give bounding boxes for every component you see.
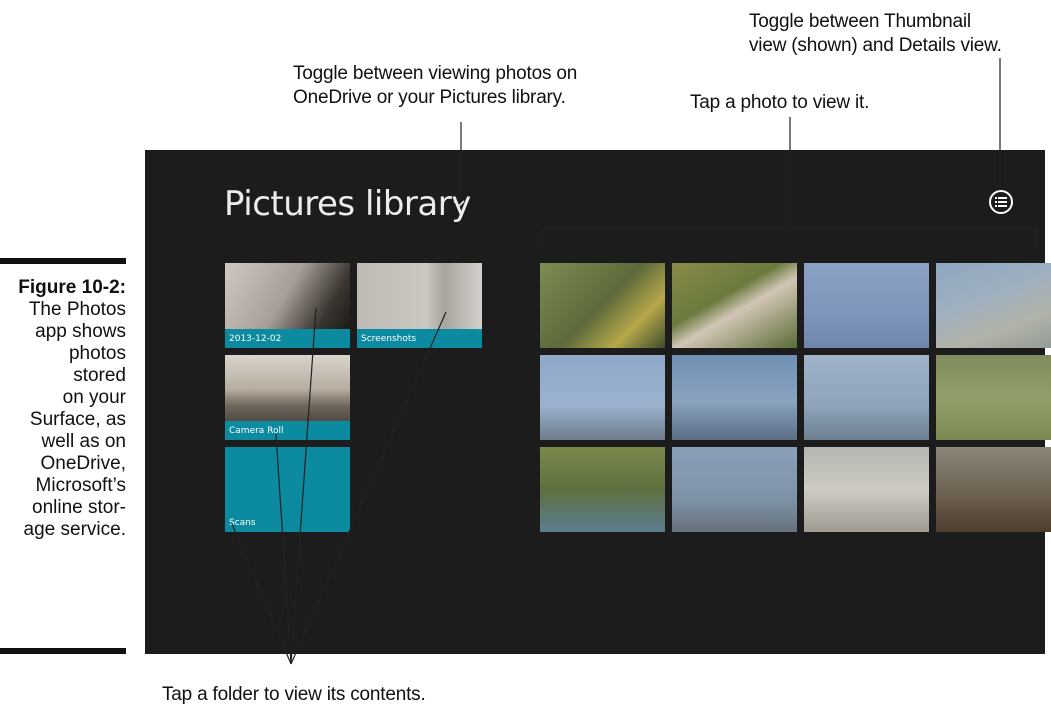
list-view-icon — [995, 197, 1007, 207]
view-toggle-button[interactable] — [989, 190, 1013, 214]
caption-line: photos — [68, 343, 126, 364]
folder-tile[interactable]: 2013-12-02 — [225, 263, 350, 348]
photo-thumbnail[interactable] — [804, 355, 929, 440]
caption-line: OneDrive, — [40, 453, 126, 474]
photo-thumbnail[interactable] — [804, 447, 929, 532]
callout-toggle-view: Toggle between Thumbnail view (shown) an… — [749, 10, 1002, 58]
caption-line: app shows — [35, 321, 126, 342]
photos-app-screen: Pictures library 2013-12-02 Screenshots … — [145, 150, 1051, 654]
chevron-down-icon[interactable] — [452, 198, 466, 208]
folder-label-bar: 2013-12-02 — [225, 329, 350, 348]
folder-tile[interactable]: Screenshots — [357, 263, 482, 348]
figure-number: Figure 10-2: — [18, 277, 126, 298]
caption-rule-bottom — [0, 648, 126, 654]
callout-line: view (shown) and Details view. — [749, 35, 1002, 56]
folder-tile[interactable]: Camera Roll — [225, 355, 350, 440]
photo-thumbnail[interactable] — [540, 447, 665, 532]
callout-line: Toggle between Thumbnail — [749, 11, 971, 32]
photo-thumbnail[interactable] — [540, 355, 665, 440]
caption-line: online stor- — [32, 497, 126, 518]
callout-line: OneDrive or your Pictures library. — [293, 87, 566, 108]
folder-label-bar: Screenshots — [357, 329, 482, 348]
photo-thumbnail[interactable] — [672, 447, 797, 532]
caption-line: The Photos — [28, 299, 126, 320]
caption-line: on your — [62, 387, 126, 408]
folder-tile[interactable]: Scans — [225, 447, 350, 532]
photo-thumbnail[interactable] — [672, 355, 797, 440]
folder-label: Scans — [229, 518, 256, 528]
photo-thumbnail[interactable] — [936, 263, 1051, 348]
callout-tap-folder: Tap a folder to view its contents. — [162, 684, 426, 705]
photo-thumbnail[interactable] — [540, 263, 665, 348]
callout-line: Toggle between viewing photos on — [293, 63, 578, 84]
callout-toggle-source: Toggle between viewing photos on OneDriv… — [293, 62, 577, 110]
caption-line: Microsoft’s — [35, 475, 126, 496]
folder-label-bar: Camera Roll — [225, 421, 350, 440]
caption-rule-top — [0, 258, 126, 264]
caption-line: Surface, as — [29, 409, 126, 430]
folder-label: 2013-12-02 — [229, 334, 282, 344]
photo-thumbnail[interactable] — [936, 447, 1051, 532]
figure-caption: Figure 10-2: The Photos app shows photos… — [0, 277, 126, 541]
folder-label: Screenshots — [361, 334, 417, 344]
photo-thumbnail[interactable] — [672, 263, 797, 348]
caption-line: age service. — [23, 519, 126, 540]
callout-tap-photo: Tap a photo to view it. — [690, 92, 870, 113]
photo-thumbnail[interactable] — [804, 263, 929, 348]
caption-line: stored — [73, 365, 126, 386]
caption-line: well as on — [41, 431, 127, 452]
folder-label: Camera Roll — [229, 426, 284, 436]
photo-thumbnail[interactable] — [936, 355, 1051, 440]
page-title[interactable]: Pictures library — [224, 184, 471, 224]
